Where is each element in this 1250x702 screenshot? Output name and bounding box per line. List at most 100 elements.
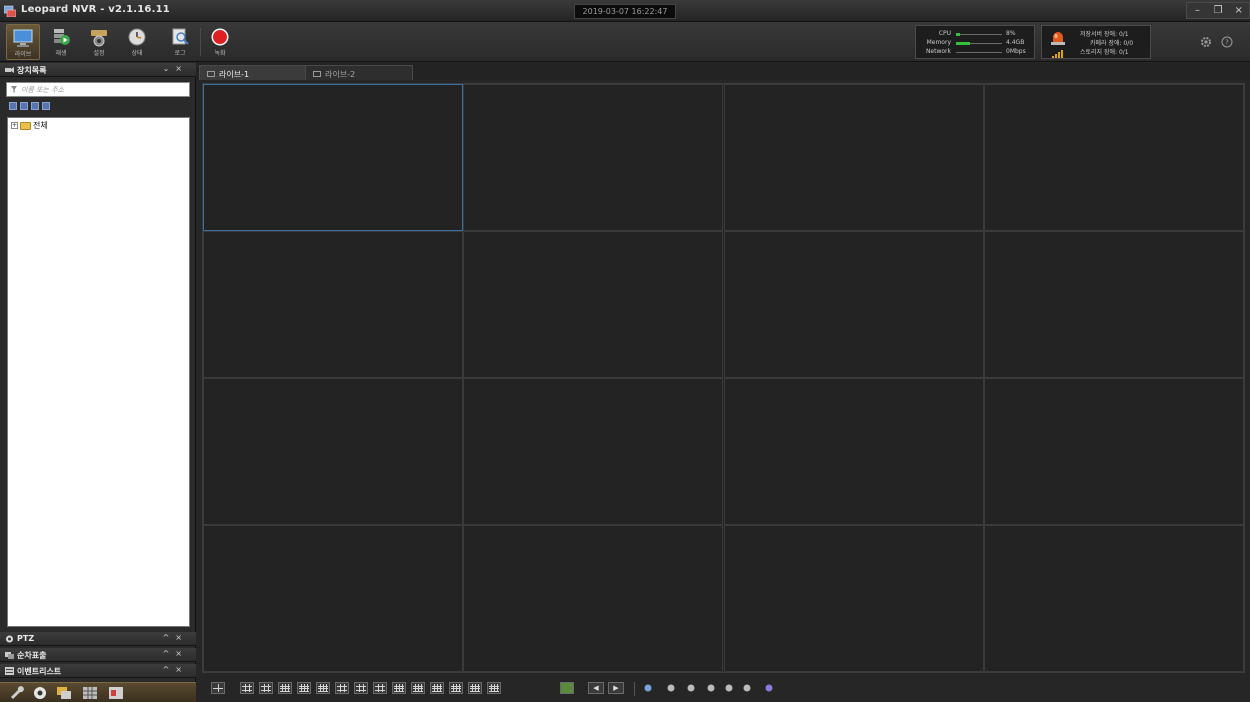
layout-option-button[interactable] xyxy=(373,682,387,694)
layout-option-button[interactable] xyxy=(278,682,292,694)
device-search-input[interactable]: 이름 또는 주소 xyxy=(6,82,190,97)
layout-option-button[interactable] xyxy=(259,682,273,694)
datetime-display: 2019-03-07 16:22:47 xyxy=(574,4,676,19)
memory-bar xyxy=(956,42,1002,45)
device-tree: + 전체 xyxy=(7,117,190,627)
tab-layout-icon xyxy=(313,71,321,77)
filter-icon xyxy=(11,86,17,93)
device-list-icon xyxy=(5,67,14,73)
svg-text:?: ? xyxy=(1225,39,1229,47)
status-clock-icon xyxy=(128,28,146,46)
clear-icon[interactable] xyxy=(764,683,774,693)
tab-live-1[interactable]: 라이브-1 xyxy=(199,65,307,80)
toolbar-record-button[interactable]: 녹화 xyxy=(203,24,237,60)
help-icon[interactable]: ? xyxy=(1221,36,1233,48)
panel-controls[interactable]: ⌄× xyxy=(163,64,188,73)
microphone-icon[interactable] xyxy=(706,683,716,693)
bar-separator xyxy=(634,682,635,696)
toolbar-live-button[interactable]: 라이브 xyxy=(6,24,40,60)
toolbar-playback-button[interactable]: 재생 xyxy=(44,24,78,60)
video-cell[interactable] xyxy=(203,231,463,378)
cpu-value: 8% xyxy=(1006,30,1016,37)
storage-fault: 스토리지 장애: 0/1 xyxy=(1080,49,1129,56)
layout-2x2-button[interactable] xyxy=(211,682,225,694)
close-button[interactable]: × xyxy=(1228,3,1249,18)
camera-fault: 카메라 장애: 0/0 xyxy=(1090,40,1134,47)
video-cell[interactable] xyxy=(203,84,463,231)
video-cell[interactable] xyxy=(724,84,984,231)
zoom-icon[interactable] xyxy=(643,683,653,693)
wrench-icon[interactable] xyxy=(8,686,24,700)
next-page-button[interactable]: ▶ xyxy=(608,682,624,694)
layout-option-button[interactable] xyxy=(392,682,406,694)
sort-group-icon[interactable] xyxy=(31,102,39,110)
layout-option-button[interactable] xyxy=(240,682,254,694)
minimize-button[interactable]: – xyxy=(1187,3,1208,18)
video-cell[interactable] xyxy=(984,84,1244,231)
video-cell[interactable] xyxy=(203,378,463,525)
alarm-siren-icon xyxy=(1051,32,1065,45)
ptz-panel-header[interactable]: PTZ ^× xyxy=(0,632,196,646)
sequence-controls[interactable]: ^× xyxy=(163,649,188,658)
layout-option-button[interactable] xyxy=(297,682,311,694)
gear-icon[interactable] xyxy=(1200,36,1212,48)
eventlist-panel-header[interactable]: 이벤트리스트 ^× xyxy=(0,664,196,678)
camera-settings-icon xyxy=(91,30,107,47)
event-tab-icon[interactable] xyxy=(108,686,124,700)
sort-asc-icon[interactable] xyxy=(9,102,17,110)
sequence-panel-header[interactable]: 순차표출 ^× xyxy=(0,648,196,662)
layout-option-button[interactable] xyxy=(411,682,425,694)
toolbar-record-label: 녹화 xyxy=(214,50,226,57)
ptz-controls[interactable]: ^× xyxy=(163,633,188,642)
tab-live-1-label: 라이브-1 xyxy=(219,70,250,79)
layout-option-button[interactable] xyxy=(316,682,330,694)
sort-refresh-icon[interactable] xyxy=(42,102,50,110)
speaker-icon[interactable] xyxy=(686,683,696,693)
sequence-tab-icon[interactable] xyxy=(56,686,72,700)
expand-icon[interactable]: + xyxy=(11,122,18,129)
layout-toolbar: ◀ ▶ xyxy=(202,677,1250,702)
video-cell[interactable] xyxy=(463,84,723,231)
network-bar xyxy=(956,52,1002,53)
window-controls: – ❐ × xyxy=(1186,2,1250,19)
custom-layout-button[interactable] xyxy=(560,682,574,694)
video-cell[interactable] xyxy=(203,525,463,672)
layout-option-button[interactable] xyxy=(430,682,444,694)
layout-option-button[interactable] xyxy=(449,682,463,694)
video-cell[interactable] xyxy=(984,525,1244,672)
toolbar-status-button[interactable]: 상태 xyxy=(120,24,154,60)
layout-option-button[interactable] xyxy=(487,682,501,694)
refresh-icon[interactable] xyxy=(724,683,734,693)
video-cell[interactable] xyxy=(463,525,723,672)
sort-desc-icon[interactable] xyxy=(20,102,28,110)
trash-icon[interactable] xyxy=(666,683,676,693)
video-cell[interactable] xyxy=(984,378,1244,525)
tab-live-2[interactable]: 라이브-2 xyxy=(305,65,413,80)
video-cell[interactable] xyxy=(724,231,984,378)
grid-tab-icon[interactable] xyxy=(82,686,98,700)
nvr-app: Leopard NVR - v2.1.16.11 2019-03-07 16:2… xyxy=(0,0,1250,702)
video-grid xyxy=(202,83,1245,673)
video-cell[interactable] xyxy=(463,378,723,525)
toolbar-live-label: 라이브 xyxy=(14,51,32,58)
prev-page-button[interactable]: ◀ xyxy=(588,682,604,694)
search-placeholder: 이름 또는 주소 xyxy=(21,86,65,94)
cpu-bar xyxy=(956,33,1002,36)
video-cell[interactable] xyxy=(724,378,984,525)
layout-option-button[interactable] xyxy=(468,682,482,694)
toolbar-settings-button[interactable]: 설정 xyxy=(82,24,116,60)
alarm-status-panel[interactable]: 저장서버 장애: 0/1 카메라 장애: 0/0 스토리지 장애: 0/1 xyxy=(1041,25,1151,59)
tree-root-item[interactable]: + 전체 xyxy=(11,120,48,131)
layout-option-button[interactable] xyxy=(354,682,368,694)
layout-option-button[interactable] xyxy=(335,682,349,694)
toolbar-log-button[interactable]: 로그 xyxy=(163,24,197,60)
memory-bar-fill xyxy=(956,42,970,45)
video-cell[interactable] xyxy=(984,231,1244,378)
view-tab-bar: 라이브-1 라이브-2 xyxy=(196,63,1250,80)
ptz-tab-icon[interactable] xyxy=(32,686,48,700)
video-cell[interactable] xyxy=(724,525,984,672)
snapshot-icon[interactable] xyxy=(742,683,752,693)
eventlist-controls[interactable]: ^× xyxy=(163,665,188,674)
video-cell[interactable] xyxy=(463,231,723,378)
restore-button[interactable]: ❐ xyxy=(1208,3,1229,18)
